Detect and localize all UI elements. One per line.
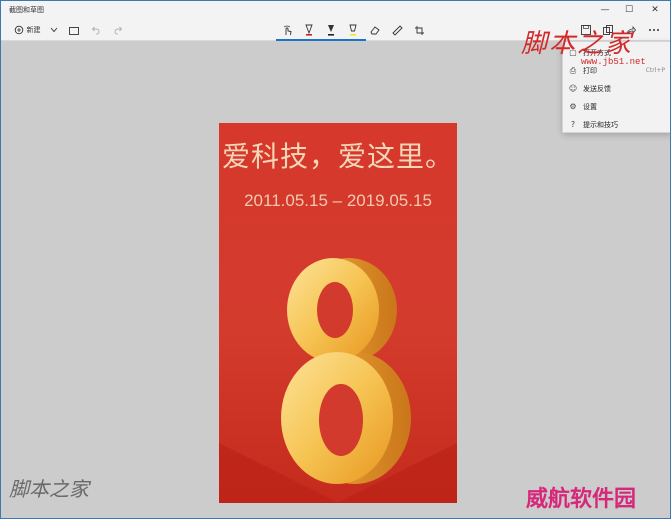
crop-icon — [414, 25, 424, 35]
undo-button[interactable] — [89, 21, 103, 39]
ballpoint-pen-button[interactable] — [301, 21, 317, 39]
chevron-down-icon — [50, 27, 58, 33]
undo-icon — [91, 26, 100, 34]
title-bar: 截图和草图 — [1, 1, 670, 19]
ruler-icon — [391, 24, 403, 36]
touch-writing-button[interactable] — [279, 21, 295, 39]
poster-dates: 2011.05.15 – 2019.05.15 — [244, 191, 432, 210]
menu-item-tips[interactable]: ? 提示和技巧 — [563, 116, 670, 133]
poster-right-fold — [337, 443, 457, 503]
eraser-icon — [369, 26, 380, 35]
watermark-url: www.jb51.net — [581, 57, 646, 67]
minimize-button[interactable]: — — [592, 1, 618, 19]
window-title: 截图和草图 — [9, 6, 44, 14]
redo-button[interactable] — [111, 21, 125, 39]
crop-button[interactable] — [411, 21, 427, 39]
help-icon: ? — [570, 120, 576, 129]
gear-icon: ⚙ — [569, 102, 577, 111]
more-icon — [649, 29, 659, 31]
watermark-bottom-right: 威航软件园 — [526, 487, 637, 512]
app-window: 截图和草图 — ☐ ✕ 新建 爱科技，爱这里。 2011.05.15 – 201… — [0, 0, 671, 519]
poster-left-fold — [219, 443, 339, 503]
maximize-button[interactable]: ☐ — [616, 1, 642, 19]
pencil-icon — [328, 25, 334, 36]
new-button-label: 新建 — [26, 26, 41, 34]
close-button[interactable]: ✕ — [642, 1, 668, 19]
highlighter-button[interactable] — [345, 21, 361, 39]
watermark-bottom-left: 脚本之家 — [9, 477, 89, 501]
redo-icon — [114, 26, 123, 34]
touch-writing-icon — [283, 25, 292, 35]
pencil-button[interactable] — [323, 21, 339, 39]
menu-item-settings[interactable]: ⚙ 设置 — [563, 98, 670, 115]
new-button[interactable]: 新建 — [9, 21, 45, 39]
new-dropdown-button[interactable] — [47, 21, 61, 39]
eraser-button[interactable] — [367, 21, 383, 39]
highlighter-icon — [349, 24, 357, 36]
print-icon: ⎙ — [569, 65, 577, 75]
print-shortcut: Ctrl+P — [645, 67, 665, 74]
new-snip-icon — [14, 25, 23, 35]
open-file-button[interactable] — [67, 21, 81, 39]
watermark-top-right: 脚本之家 — [521, 29, 634, 59]
more-options-button[interactable] — [646, 21, 662, 39]
ruler-button[interactable] — [389, 21, 405, 39]
feedback-icon: ☺ — [568, 84, 578, 93]
screenshot-image: 爱科技，爱这里。 2011.05.15 – 2019.05.15 — [219, 123, 457, 503]
poster-slogan: 爱科技，爱这里。 — [221, 140, 454, 173]
active-tool-indicator — [276, 39, 366, 41]
menu-item-send-feedback[interactable]: ☺ 发送反馈 — [563, 80, 670, 97]
folder-icon — [69, 26, 79, 35]
ballpoint-pen-icon — [305, 24, 313, 36]
